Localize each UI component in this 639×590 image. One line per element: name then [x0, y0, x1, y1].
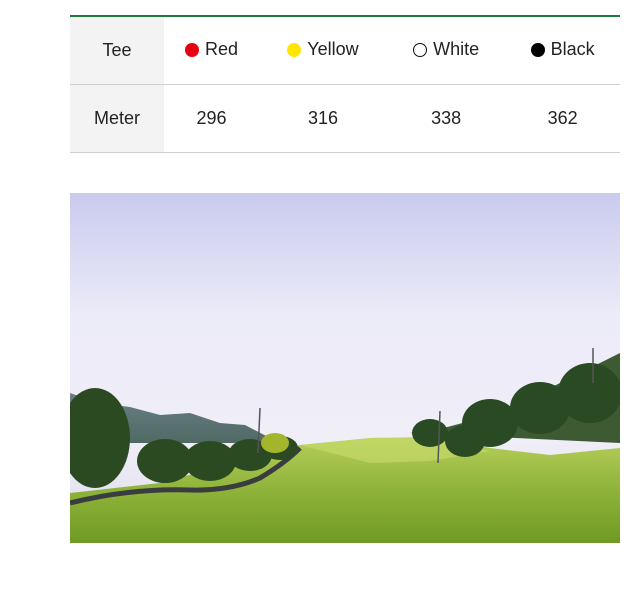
meter-white: 338 [386, 84, 506, 153]
tee-black-label: Black [550, 39, 595, 60]
tee-yellow-cell: Yellow [259, 16, 387, 85]
tee-black: Black [530, 39, 595, 60]
tee-white-label: White [433, 39, 480, 60]
tee-distance-table: Tee Red Yellow White Black Meter 296 316… [70, 15, 620, 153]
tee-red-cell: Red [164, 16, 260, 85]
meter-yellow: 316 [259, 84, 387, 153]
meter-row: Meter 296 316 338 362 [70, 84, 620, 153]
meter-black: 362 [505, 84, 620, 153]
yellow-tee-dot-icon [287, 42, 302, 57]
meter-red: 296 [164, 84, 260, 153]
tee-black-cell: Black [505, 16, 620, 85]
golf-course-photo [70, 193, 620, 543]
meter-header-cell: Meter [70, 84, 164, 153]
white-tee-dot-icon [413, 42, 428, 57]
tee-red-label: Red [205, 39, 239, 60]
golf-course-fairway-photo-icon [70, 193, 620, 543]
tee-white: White [413, 39, 479, 60]
tee-red: Red [185, 39, 238, 60]
page: Tee Red Yellow White Black Meter 296 316… [0, 0, 639, 590]
black-tee-dot-icon [530, 42, 545, 57]
tee-header-cell: Tee [70, 16, 164, 85]
tee-yellow: Yellow [287, 39, 359, 60]
tee-row: Tee Red Yellow White Black [70, 16, 620, 85]
red-tee-dot-icon [185, 42, 199, 57]
tee-white-cell: White [386, 16, 506, 85]
tee-yellow-label: Yellow [307, 39, 359, 60]
